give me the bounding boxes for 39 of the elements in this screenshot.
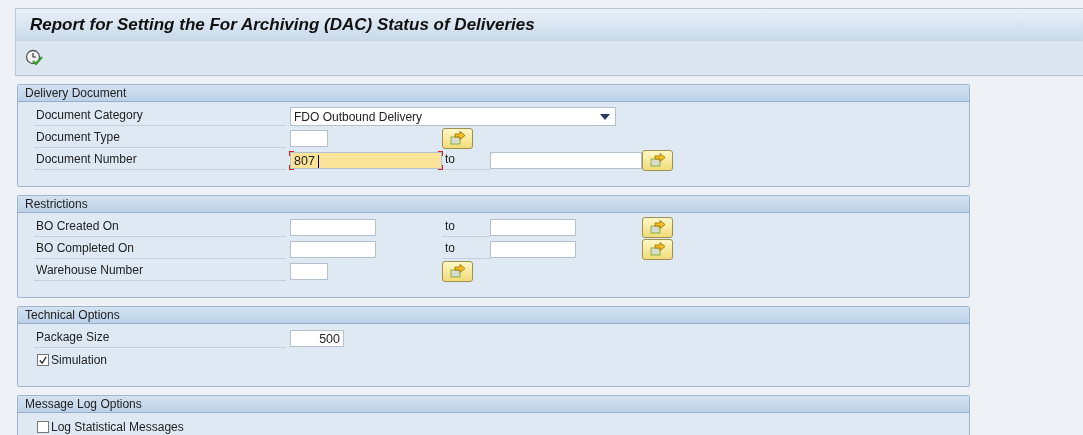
execute-button[interactable] (24, 48, 44, 68)
arrow-icon (448, 131, 467, 145)
arrow-icon (448, 264, 467, 278)
group-header: Technical Options (18, 307, 969, 324)
arrow-icon (648, 153, 667, 167)
field-label: Document Type (34, 128, 286, 148)
field-label: Package Size (34, 328, 286, 348)
group-header: Message Log Options (18, 396, 969, 413)
clock-check-icon (25, 49, 43, 67)
field-label: BO Completed On (34, 239, 286, 259)
group-header: Delivery Document (18, 85, 969, 102)
arrow-icon (648, 220, 667, 234)
field-label: Document Number (34, 150, 286, 170)
checkbox[interactable] (37, 421, 49, 433)
input-field[interactable] (490, 240, 576, 258)
arrow-icon (648, 242, 667, 256)
group-header: Restrictions (18, 196, 969, 213)
checkbox-label: Log Statistical Messages (51, 420, 184, 434)
checkbox-label: Simulation (51, 353, 108, 367)
multiple-selection-button[interactable] (642, 149, 673, 171)
multiple-selection-button[interactable] (642, 216, 673, 238)
input-field[interactable] (490, 218, 576, 236)
multiple-selection-button[interactable] (642, 238, 673, 260)
input-field[interactable] (290, 240, 376, 258)
input-field[interactable] (290, 262, 328, 280)
field-label: Warehouse Number (34, 261, 286, 281)
input-field[interactable]: 807 (290, 151, 442, 169)
dropdown[interactable]: FDO Outbound Delivery (290, 106, 616, 126)
input-field[interactable]: 500 (290, 329, 344, 347)
checkbox[interactable] (37, 354, 49, 366)
caret-icon (600, 113, 610, 120)
input-field[interactable] (490, 151, 642, 169)
input-field[interactable] (290, 129, 328, 147)
input-field[interactable] (290, 218, 376, 236)
multiple-selection-button[interactable] (442, 127, 473, 149)
field-label: BO Created On (34, 217, 286, 237)
field-label: Document Category (34, 106, 286, 126)
window-title: Report for Setting the For Archiving (DAC) Status of Deliveries (30, 15, 535, 35)
multiple-selection-button[interactable] (442, 260, 473, 282)
